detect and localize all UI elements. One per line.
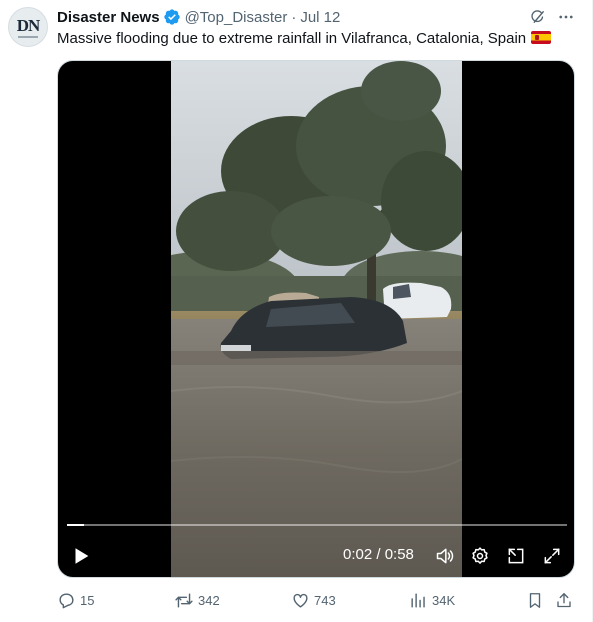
post-text: Massive flooding due to extreme rainfall… (57, 29, 552, 49)
grok-icon[interactable] (527, 6, 549, 28)
more-icon[interactable] (555, 6, 577, 28)
post-header: Disaster News @Top_Disaster · Jul 12 (57, 7, 340, 27)
play-icon[interactable] (70, 545, 92, 567)
reply-icon (57, 591, 76, 610)
video-scrubber[interactable] (67, 524, 567, 526)
post-actions: 15 342 743 34K (57, 589, 575, 611)
video-time: 0:02 / 0:58 (343, 546, 414, 563)
repost-icon (174, 591, 194, 610)
avatar[interactable]: DN (8, 7, 48, 47)
volume-icon[interactable] (434, 545, 456, 567)
avatar-logo-underline (18, 35, 38, 38)
share-button[interactable] (555, 589, 573, 611)
views-button[interactable]: 34K (409, 589, 455, 611)
spain-flag-icon (531, 31, 552, 44)
repost-button[interactable]: 342 (174, 589, 220, 611)
views-count: 34K (432, 592, 456, 608)
bookmark-icon (526, 591, 544, 610)
reply-count: 15 (80, 592, 95, 608)
author-name[interactable]: Disaster News (57, 9, 160, 26)
settings-icon[interactable] (469, 545, 491, 567)
reply-button[interactable]: 15 (57, 589, 94, 611)
like-count: 743 (314, 592, 336, 608)
avatar-logo-text: DN (16, 15, 41, 35)
repost-count: 342 (198, 592, 220, 608)
video-player[interactable]: 0:02 / 0:58 (57, 60, 575, 578)
like-button[interactable]: 743 (291, 589, 336, 611)
video-progress (67, 524, 84, 526)
post-text-content: Massive flooding due to extreme rainfall… (57, 30, 527, 47)
video-frame[interactable] (171, 61, 462, 577)
author-handle[interactable]: @Top_Disaster (185, 9, 288, 26)
header-separator: · (291, 8, 297, 26)
share-icon (555, 591, 573, 610)
fullscreen-icon[interactable] (541, 545, 563, 567)
flood-scene-image (171, 61, 462, 577)
bookmark-button[interactable] (526, 589, 544, 611)
like-icon (291, 591, 310, 610)
post-date[interactable]: Jul 12 (300, 9, 340, 26)
views-icon (409, 591, 428, 610)
pop-out-icon[interactable] (505, 545, 527, 567)
verified-badge-icon[interactable] (163, 8, 181, 26)
